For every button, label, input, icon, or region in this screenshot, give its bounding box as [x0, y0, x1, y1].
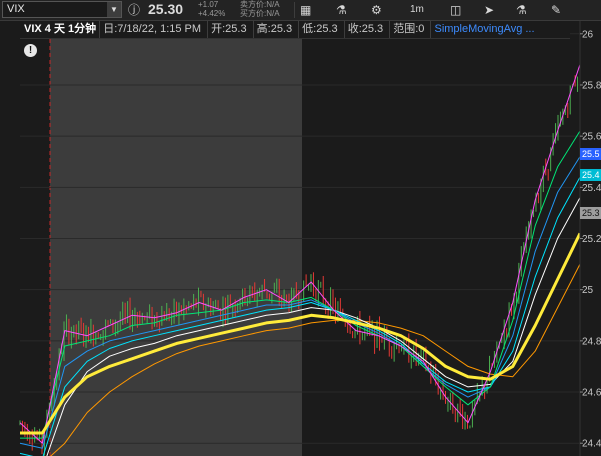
- axis-tick-label: 25.2: [582, 234, 601, 245]
- bar-close: 收:25.3: [343, 21, 386, 38]
- info-icon[interactable]: ⓙ: [128, 2, 140, 18]
- chevron-down-icon[interactable]: ▼: [107, 2, 121, 17]
- change-block: +1.07 +4.42%: [198, 0, 225, 18]
- flask-icon[interactable]: ⚗: [336, 2, 347, 18]
- axis-tick-label: 24.8: [582, 336, 601, 347]
- price-tag: 25.5: [580, 148, 601, 161]
- symbol-input[interactable]: VIX ▼: [2, 1, 122, 18]
- study-label-sma[interactable]: SimpleMovingAvg ...: [430, 21, 537, 38]
- axis-tick-label: 24.6: [582, 388, 601, 399]
- change-abs: +1.07: [198, 0, 219, 9]
- session-shade: [50, 39, 302, 456]
- bar-date: 日:7/18/22, 1:15 PM: [99, 21, 204, 38]
- axis-tick-label: 25.4: [582, 183, 601, 194]
- price-chart[interactable]: 26 25.8 25.6 25.4 25.2 25 24.8 24.6 24.4: [0, 21, 601, 456]
- bar-range: 范围:0: [389, 21, 427, 38]
- cursor-icon[interactable]: ➤: [484, 2, 494, 18]
- price-tag: 25.4: [580, 168, 601, 181]
- change-pct: +4.42%: [198, 9, 226, 18]
- bar-high: 高:25.3: [252, 21, 295, 38]
- flask-icon[interactable]: ⚗: [516, 2, 527, 18]
- price-tag: 25.3: [580, 206, 601, 219]
- axis-tick-label: 25.8: [582, 80, 601, 91]
- toolbar-divider: [294, 2, 295, 18]
- timeframe-button[interactable]: 1m: [410, 2, 424, 18]
- axis-tick-label: 25.6: [582, 132, 601, 143]
- gear-icon[interactable]: ⚙: [371, 2, 382, 18]
- bar-open: 开:25.3: [207, 21, 249, 38]
- chart-title: VIX 4 天 1分钟: [24, 23, 97, 35]
- chart-settings-icon[interactable]: ▦: [300, 2, 311, 18]
- bar-low: 低:25.3: [298, 21, 340, 38]
- symbol-text: VIX: [7, 3, 25, 15]
- bid-price: 买方价:N/A: [240, 9, 280, 18]
- axis-tick-label: 26: [582, 29, 594, 40]
- alert-icon[interactable]: !: [24, 44, 37, 57]
- quote-block: 卖方价:N/A 买方价:N/A: [240, 0, 280, 18]
- last-price: 25.30: [148, 1, 184, 17]
- axis-tick-label: 24.4: [582, 439, 601, 450]
- top-toolbar: VIX ▼ ⓙ 25.30 +1.07 +4.42% 卖方价:N/A 买方价:N…: [0, 0, 601, 21]
- candlestick-icon[interactable]: ◫: [450, 2, 461, 18]
- axis-tick-label: 25: [582, 285, 594, 296]
- drawing-icon[interactable]: ✎: [551, 2, 561, 18]
- study-info-bar: VIX 4 天 1分钟 日:7/18/22, 1:15 PM 开:25.3 高:…: [20, 21, 570, 39]
- ask-price: 卖方价:N/A: [240, 0, 280, 9]
